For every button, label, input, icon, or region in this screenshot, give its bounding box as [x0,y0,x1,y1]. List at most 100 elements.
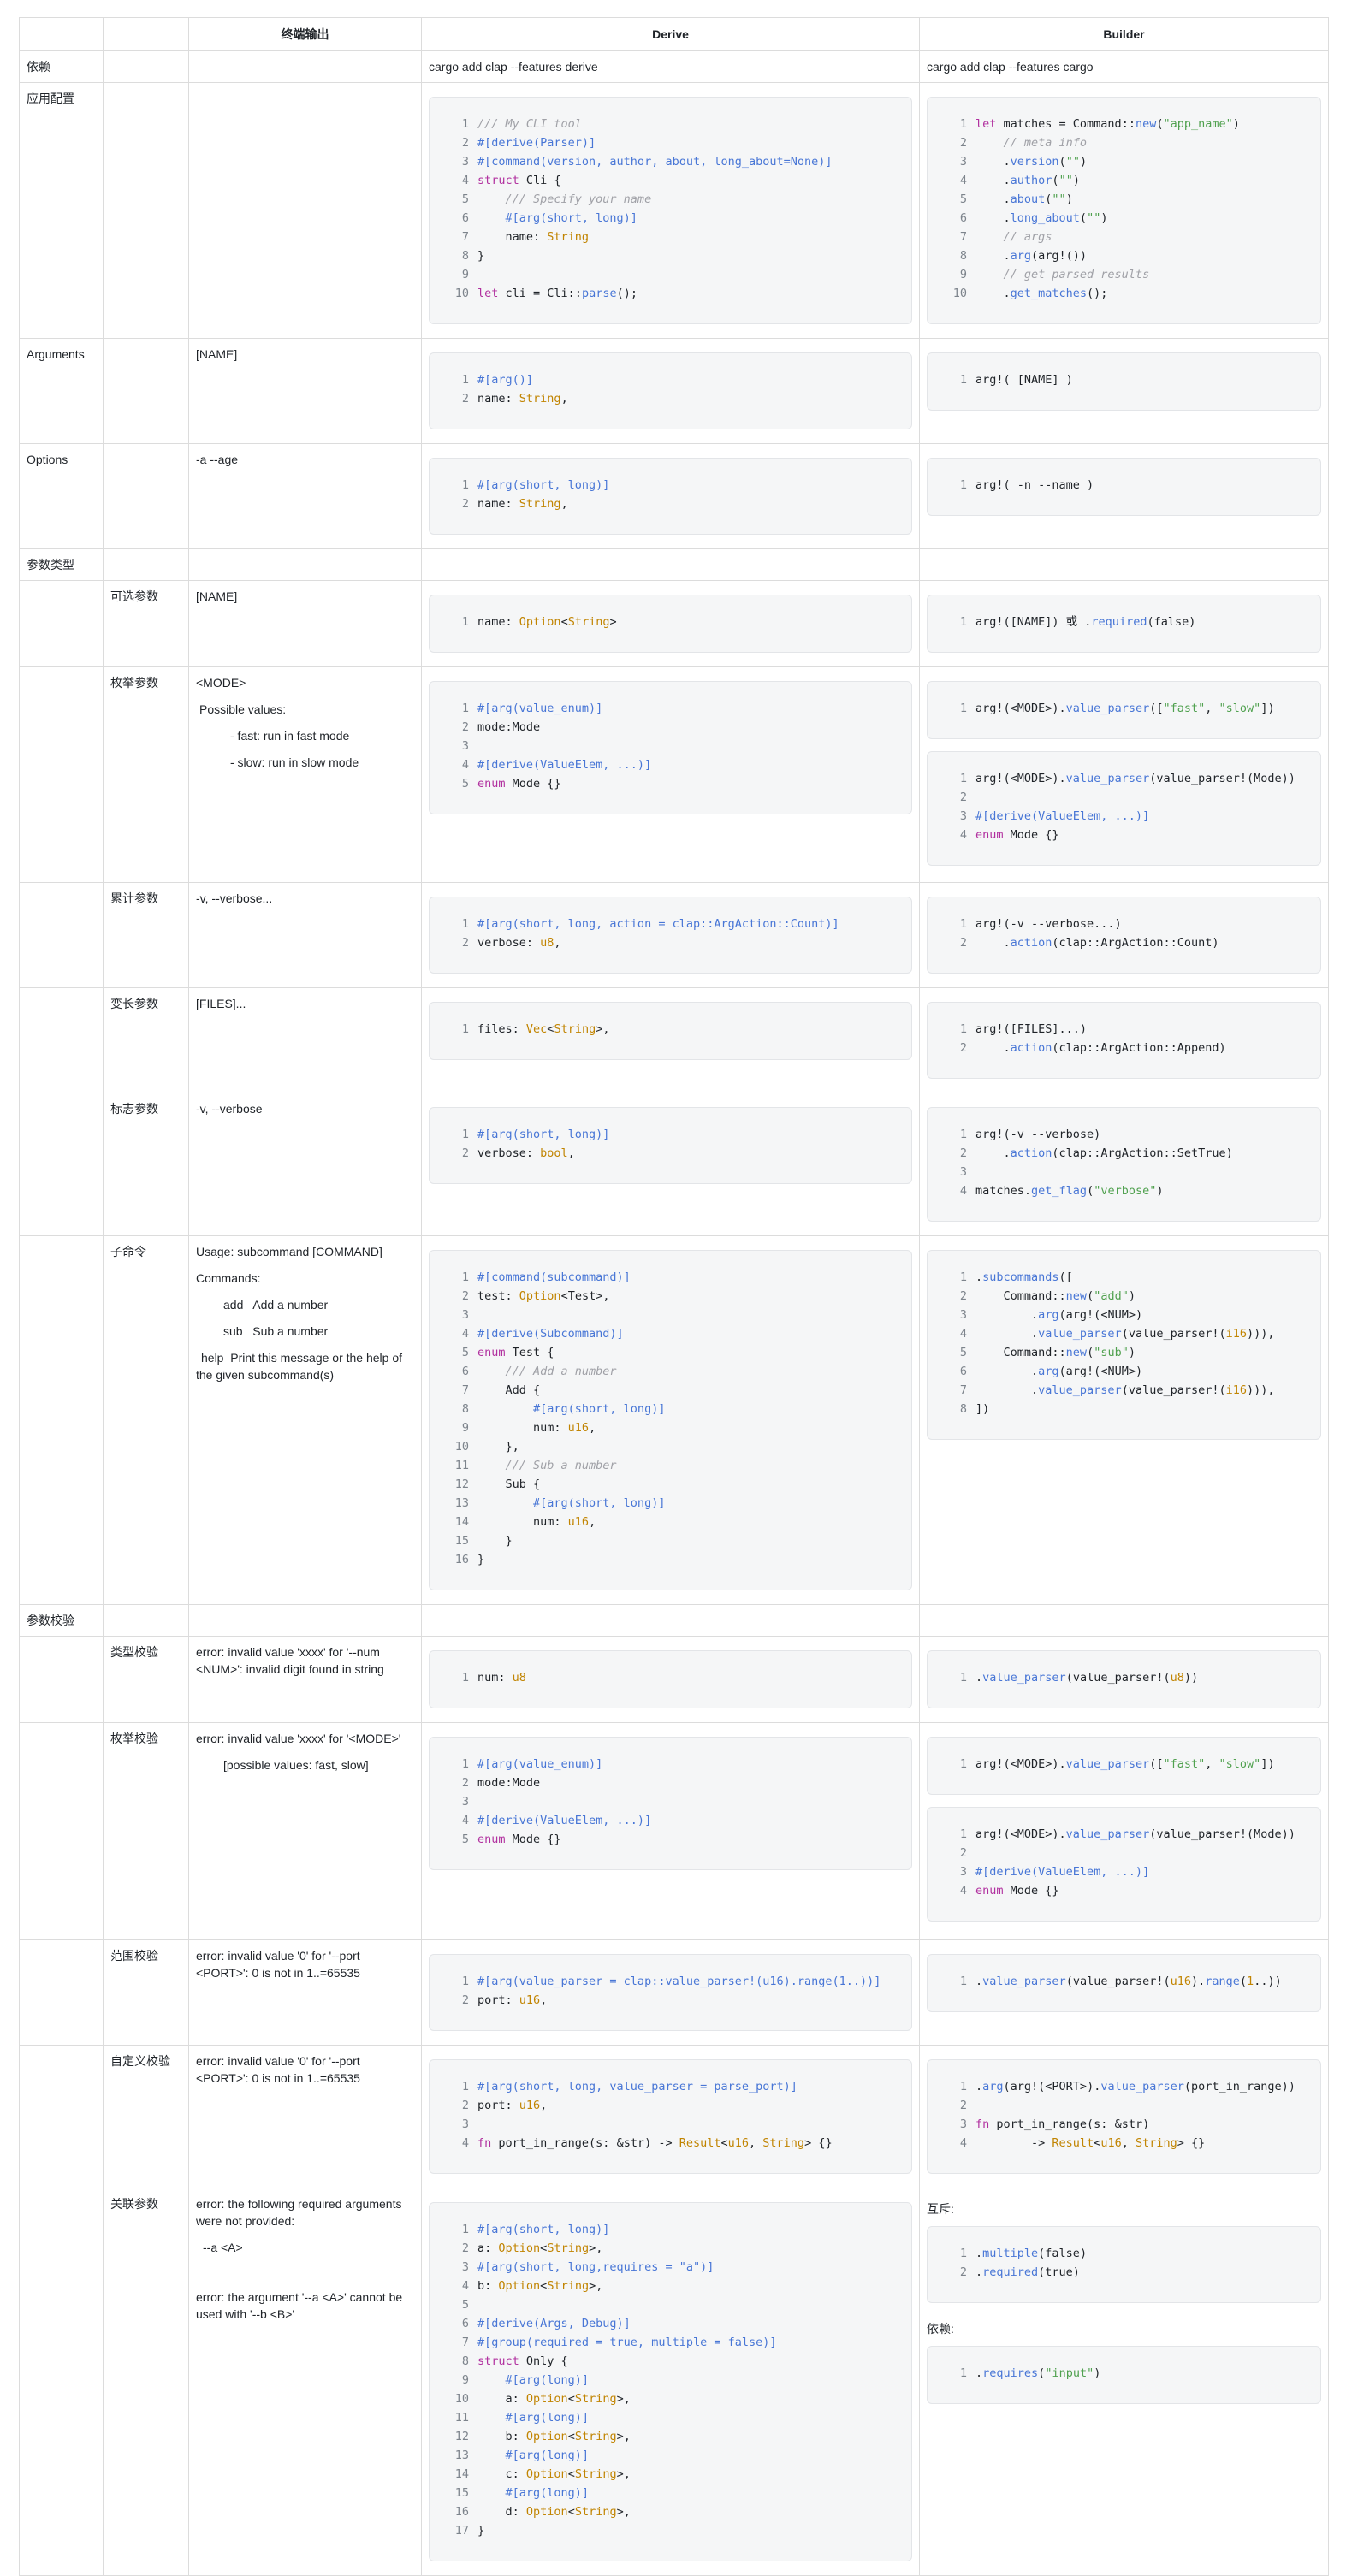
code-block: 1 num: u8 [429,1650,912,1708]
output-text: error: the following required arguments … [196,2197,402,2228]
code-line: 14 c: Option<String>, [440,2465,901,2484]
line-number: 1 [959,2366,967,2380]
line-number: 11 [454,2411,469,2425]
line-number: 2 [959,2099,967,2112]
code-line: 3 [440,1306,901,1324]
line-number: 8 [461,2354,469,2368]
line-number: 10 [454,287,469,300]
row-count: 累计参数 -v, --verbose... 1 #[arg(short, long… [19,882,1329,988]
output-text: Usage: subcommand [COMMAND] [196,1245,382,1258]
line-number: 4 [461,758,469,772]
output-text: -a --age [188,443,422,549]
code-line: 10 let cli = Cli::parse(); [440,284,901,303]
line-number: 4 [461,2279,469,2293]
output-text: help Print this message or the help of t… [196,1351,406,1382]
code-line: 1/// My CLI tool [440,115,901,133]
code-line: 4 enum Mode {} [938,826,1310,844]
row-dependency: 依赖 cargo add clap --features derive carg… [19,50,1329,83]
line-number: 12 [454,1477,469,1491]
line-number: 8 [461,1402,469,1416]
code-line: 2 .action(clap::ArgAction::Count) [938,933,1310,952]
line-number: 3 [461,155,469,169]
output-text: Commands: [196,1271,261,1285]
code-line: 7 Add { [440,1381,901,1400]
line-number: 6 [461,1365,469,1378]
code-line: 8} [440,246,901,265]
code-block: 1 #[arg(short, long)] 2 verbose: bool, [429,1107,912,1184]
line-number: 2 [461,1993,469,2007]
mutex-label: 互斥: [927,2202,954,2216]
code-block: 1 files: Vec<String>, [429,1002,912,1060]
code-line: 1 arg!(-v --verbose...) [938,915,1310,933]
output-text: --a <A> [203,2241,243,2254]
line-number: 8 [959,1402,967,1416]
line-number: 1 [461,117,469,131]
line-number: 8 [959,249,967,263]
line-number: 2 [461,392,469,406]
code-line: 9 num: u16, [440,1418,901,1437]
code-line: 1 #[command(subcommand)] [440,1268,901,1287]
line-number: 1 [461,1671,469,1685]
output-text: add Add a number [223,1298,329,1312]
row-app-config: 应用配置 1/// My CLI tool 2 #[derive(Parser)] 3… [19,82,1329,339]
line-number: 16 [454,1553,469,1566]
code-line: 1 arg!( -n --name ) [938,476,1310,494]
line-number: 2 [461,136,469,150]
line-number: 5 [461,2298,469,2312]
line-number: 1 [959,478,967,492]
header-builder: Builder [919,17,1329,51]
code-line: 2 .action(clap::ArgAction::SetTrue) [938,1144,1310,1163]
code-line: 1 #[arg(value_parser = clap::value_parser… [440,1972,901,1991]
code-line: 3 [440,737,901,755]
code-line: 12 b: Option<String>, [440,2427,901,2446]
line-number: 2 [461,720,469,734]
header-output: 终端输出 [188,17,422,51]
code-line: 7 #[group(required = true, multiple = fal… [440,2333,901,2352]
code-line: 4 #[derive(ValueElem, ...)] [440,1811,901,1830]
code-line: 1 #[arg()] [440,370,901,389]
code-line: 2 [938,788,1310,807]
line-number: 2 [461,936,469,950]
code-line: 5 Command::new("sub") [938,1343,1310,1362]
line-number: 4 [959,2136,967,2150]
line-number: 1 [461,1975,469,1988]
code-block: 1 arg!([NAME]) 或 .required(false) [927,595,1321,653]
row-arguments: Arguments [NAME] 1 #[arg()] 2 name: String,… [19,338,1329,444]
line-number: 1 [461,2223,469,2236]
line-number: 1 [959,1827,967,1841]
line-number: 2 [461,1776,469,1790]
line-number: 4 [461,2136,469,2150]
line-number: 6 [959,211,967,225]
code-line: 1 #[arg(short, long)] [440,2220,901,2239]
line-number: 9 [461,1421,469,1435]
line-number: 2 [461,1289,469,1303]
code-block: 1 #[arg(short, long)] 2 name: String, [429,458,912,535]
line-number: 9 [461,2373,469,2387]
line-number: 9 [461,268,469,281]
sub-label: 枚举参数 [103,666,189,883]
code-block: 1 arg!(<MODE>).value_parser(value_parser!… [927,751,1321,866]
line-number: 3 [461,739,469,753]
output-text: [FILES]... [188,987,422,1093]
code-line: 16} [440,1550,901,1569]
line-number: 1 [959,702,967,715]
depends-label: 依赖: [927,2322,954,2336]
cat-label: 应用配置 [19,82,104,339]
code-line: 1 files: Vec<String>, [440,1020,901,1039]
line-number: 1 [461,702,469,715]
code-block: 1 arg!(<MODE>).value_parser(["fast", "slo… [927,1737,1321,1795]
line-number: 4 [959,1184,967,1198]
code-line: 3 #[command(version, author, about, long_… [440,152,901,171]
code-line: 2 name: String, [440,389,901,408]
line-number: 1 [461,1128,469,1141]
line-number: 3 [959,1165,967,1179]
code-line: 3 fn port_in_range(s: &str) [938,2115,1310,2134]
code-line: 6 .long_about("") [938,209,1310,228]
code-line: 3 .arg(arg!(<NUM>) [938,1306,1310,1324]
cat-label: Arguments [19,338,104,444]
code-line: 2 verbose: bool, [440,1144,901,1163]
sub-label: 变长参数 [103,987,189,1093]
builder-dep: cargo add clap --features cargo [919,50,1329,83]
line-number: 10 [454,2392,469,2406]
code-block: 1 #[arg()] 2 name: String, [429,352,912,429]
